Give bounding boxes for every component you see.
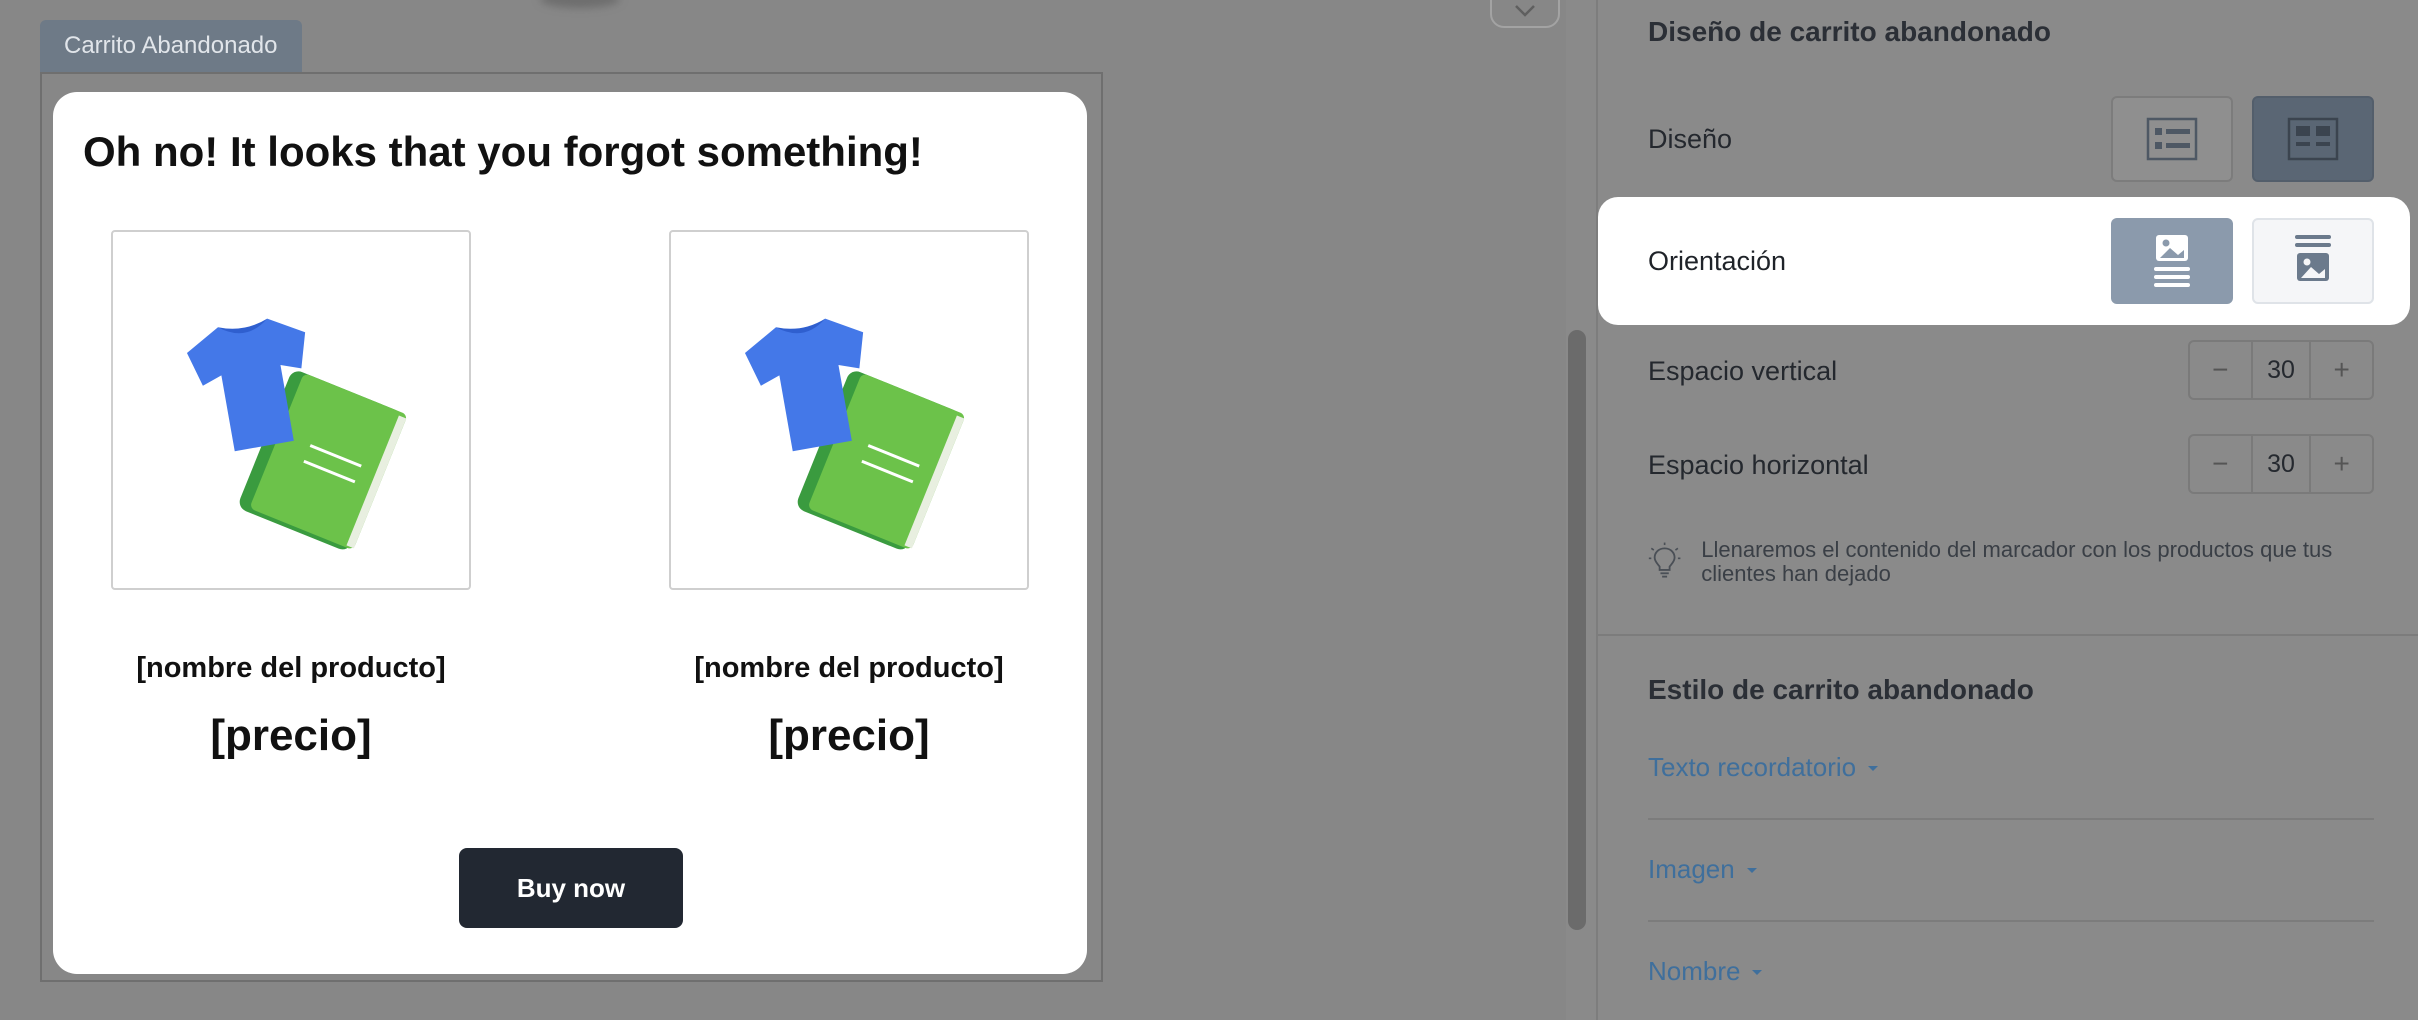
- lightbulb-icon: [1648, 542, 1681, 578]
- style-section-title: Estilo de carrito abandonado: [1648, 674, 2034, 705]
- email-title: Oh no! It looks that you forgot somethin…: [83, 128, 923, 175]
- hint-box: Llenaremos el contenido del marcador con…: [1648, 537, 2388, 587]
- horizontal-spacing-value[interactable]: 30: [2250, 436, 2312, 492]
- product-image: [669, 230, 1029, 590]
- product-placeholder-icon: [186, 318, 407, 550]
- caret-down-icon: [1746, 867, 1757, 873]
- orientation-option-image-top[interactable]: [2111, 218, 2233, 304]
- product-name: [nombre del producto]: [694, 652, 1004, 684]
- vertical-spacing-label: Espacio vertical: [1648, 356, 1838, 386]
- product-image: [111, 230, 471, 590]
- buy-now-button[interactable]: Buy now: [459, 848, 683, 928]
- decrement-button[interactable]: −: [2190, 342, 2251, 398]
- chevron-down-icon: [1515, 5, 1535, 17]
- accordion-divider: [1648, 920, 2374, 922]
- editor-canvas: Carrito Abandonado Oh no! It looks that …: [0, 0, 1566, 1020]
- image-bottom-icon: [2295, 235, 2331, 281]
- product-name: [nombre del producto]: [136, 652, 446, 684]
- accordion-reminder-text[interactable]: Texto recordatorio: [1648, 752, 1882, 783]
- design-option-list[interactable]: [2111, 96, 2233, 182]
- accordion-label: Nombre: [1648, 956, 1741, 986]
- horizontal-spacing-stepper[interactable]: − 30 +: [2188, 434, 2374, 494]
- image-top-icon: [2154, 235, 2190, 287]
- grid-layout-icon: [2287, 117, 2339, 161]
- design-label: Diseño: [1648, 124, 1733, 154]
- orientation-option-image-bottom[interactable]: [2252, 218, 2374, 304]
- collapse-toggle[interactable]: [1490, 0, 1560, 28]
- product-placeholder-icon: [744, 318, 965, 550]
- design-section-title: Diseño de carrito abandonado: [1648, 16, 2051, 47]
- vertical-spacing-stepper[interactable]: − 30 +: [2188, 340, 2374, 400]
- decrement-button[interactable]: −: [2190, 436, 2251, 492]
- caret-down-icon: [1752, 969, 1763, 975]
- canvas-scrollbar[interactable]: [1568, 330, 1586, 930]
- horizontal-spacing-label: Espacio horizontal: [1648, 450, 1869, 480]
- caret-down-icon: [1868, 765, 1879, 771]
- orientation-label: Orientación: [1648, 246, 1787, 276]
- list-layout-icon: [2146, 117, 2198, 161]
- canvas-top-shadow: [540, 0, 620, 8]
- increment-button[interactable]: +: [2311, 436, 2372, 492]
- section-divider: [1598, 634, 2418, 636]
- product-card[interactable]: [nombre del producto] [precio]: [669, 230, 1029, 761]
- block-tag[interactable]: Carrito Abandonado: [40, 20, 302, 72]
- product-card[interactable]: [nombre del producto] [precio]: [111, 230, 471, 761]
- design-option-grid[interactable]: [2252, 96, 2374, 182]
- accordion-label: Imagen: [1648, 854, 1735, 884]
- increment-button[interactable]: +: [2311, 342, 2372, 398]
- accordion-name[interactable]: Nombre: [1648, 956, 1766, 987]
- accordion-image[interactable]: Imagen: [1648, 854, 1761, 885]
- product-price: [precio]: [768, 711, 930, 760]
- abandoned-cart-email[interactable]: Oh no! It looks that you forgot somethin…: [53, 92, 1087, 974]
- block-tag-label: Carrito Abandonado: [64, 32, 278, 59]
- hint-text: Llenaremos el contenido del marcador con…: [1701, 537, 2333, 587]
- vertical-spacing-value[interactable]: 30: [2250, 342, 2312, 398]
- product-price: [precio]: [210, 711, 372, 760]
- accordion-label: Texto recordatorio: [1648, 752, 1857, 782]
- accordion-divider: [1648, 818, 2374, 820]
